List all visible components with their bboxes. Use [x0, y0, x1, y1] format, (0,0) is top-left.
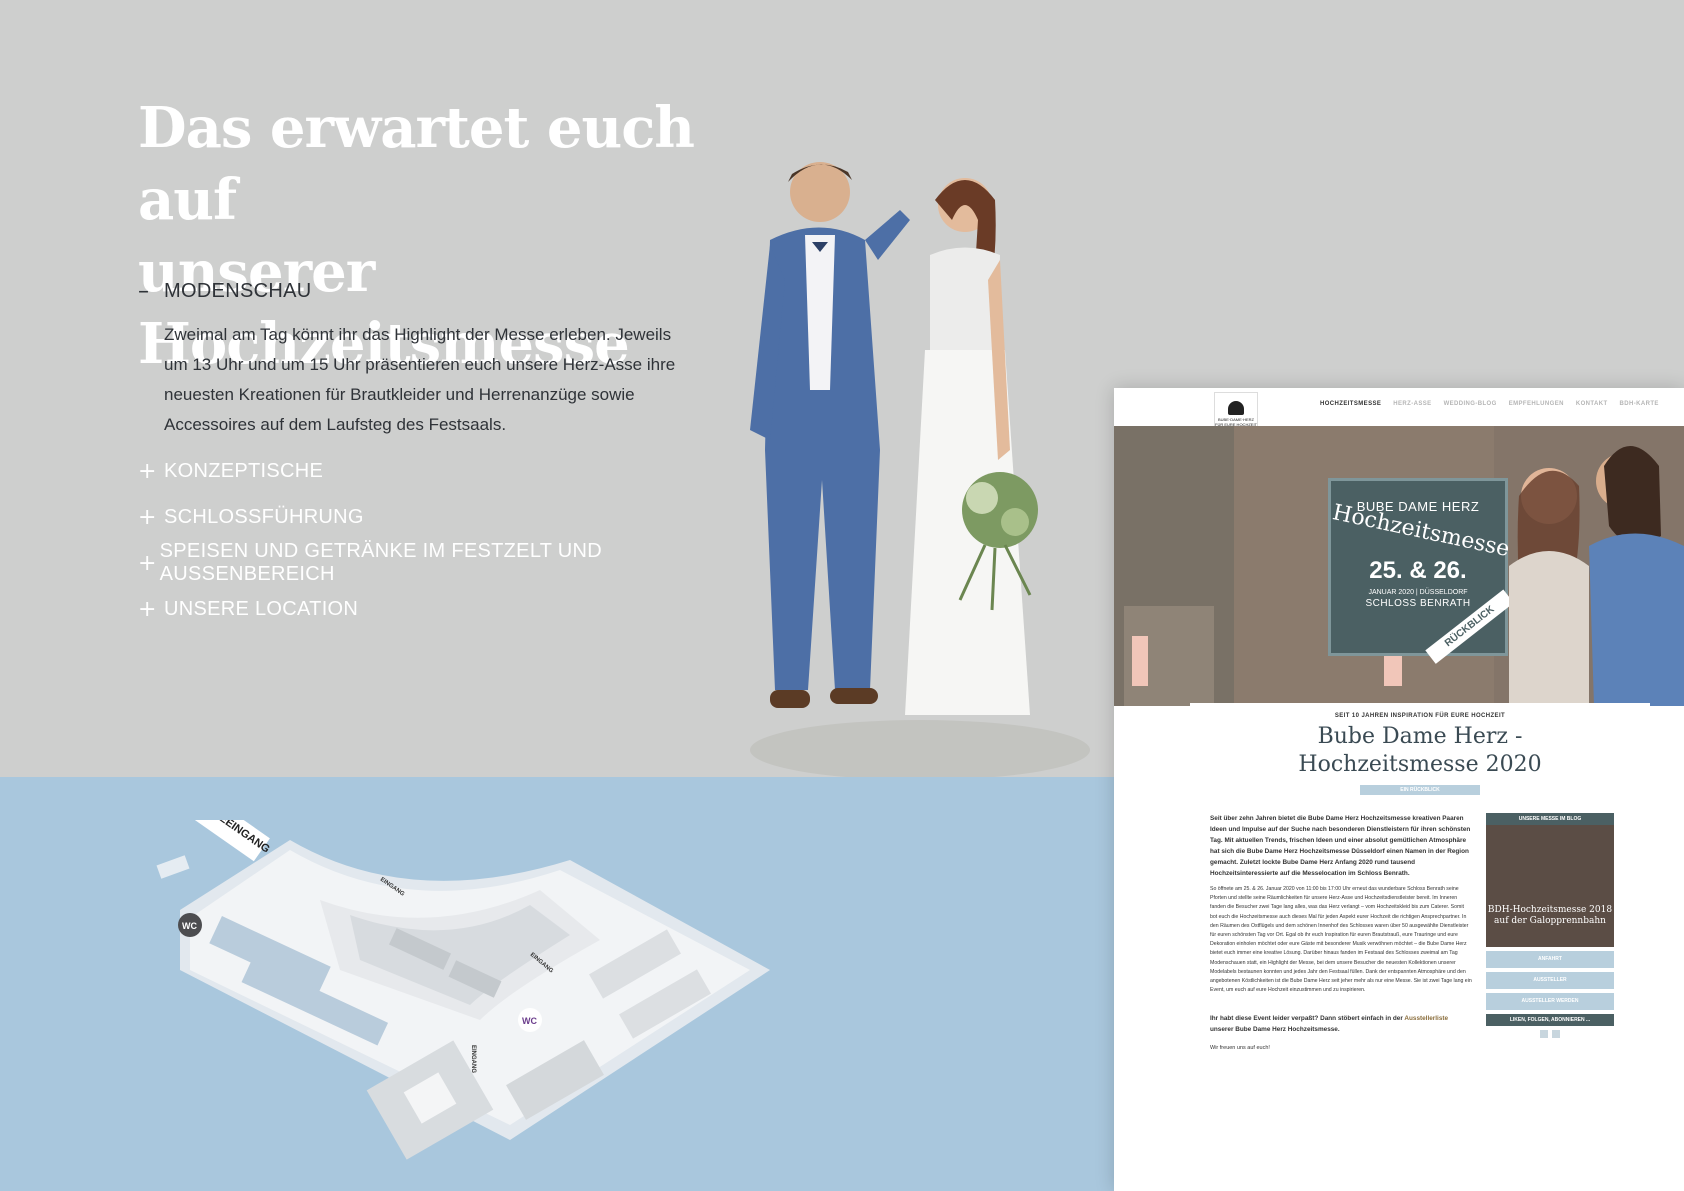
instagram-icon[interactable] [1552, 1030, 1560, 1038]
nav-kontakt[interactable]: KONTAKT [1576, 401, 1608, 407]
main-column: Seit über zehn Jahren bietet die Bube Da… [1210, 813, 1472, 1054]
couple-photo [750, 162, 1090, 777]
farewell-text: Wir freuen uns auf euch! [1210, 1045, 1270, 1052]
wc-label: WC [182, 921, 197, 931]
site-hero: BUBE DAME HERZ Hochzeitsmesse 25. & 26. … [1114, 426, 1684, 706]
wc-label-2: WC [522, 1016, 537, 1026]
kicker-text: SEIT 10 JAHREN INSPIRATION FÜR EURE HOCH… [1334, 713, 1506, 719]
accordion-content: Zweimal am Tag könnt ihr das Highlight d… [164, 325, 676, 434]
facebook-icon[interactable] [1540, 1030, 1548, 1038]
site-nav-links: HOCHZEITSMESSE HERZ-ASSE WEDDING-BLOG EM… [1320, 401, 1659, 407]
accordion-item-location[interactable]: + UNSERE LOCATION [138, 586, 678, 632]
accordion-item-schlossfuehrung[interactable]: + SCHLOSSFÜHRUNG [138, 494, 678, 540]
logo-icon [1228, 401, 1244, 415]
lead-paragraph: Seit über zehn Jahren bietet die Bube Da… [1210, 815, 1471, 877]
accordion-item-speisen[interactable]: + SPEISEN UND GETRÄNKE IM FESTZELT UND A… [138, 540, 678, 586]
hero-couple-image [1509, 446, 1684, 706]
page: Das erwartet euch auf unserer Hochzeitsm… [0, 0, 1684, 1191]
nav-herz-asse[interactable]: HERZ-ASSE [1393, 401, 1431, 407]
site-title-line2: Hochzeitsmesse 2020 [1298, 752, 1542, 777]
closing-paragraph: Ihr habt diese Event leider verpaßt? Dan… [1210, 1013, 1472, 1035]
content-columns: Seit über zehn Jahren bietet die Bube Da… [1210, 813, 1650, 1054]
accordion-label: MODENSCHAU [164, 279, 312, 302]
nav-hochzeitsmesse[interactable]: HOCHZEITSMESSE [1320, 401, 1381, 407]
sidebar-heading: UNSERE MESSE IM BLOG [1486, 813, 1614, 825]
eingang-label-3: EINGANG [470, 1045, 476, 1073]
badge-month: JANUAR 2020 | DÜSSELDORF [1368, 589, 1468, 596]
blog-teaser[interactable]: BDH-Hochzeitsmesse 2018 auf der Galoppre… [1486, 825, 1614, 947]
accordion-label: KONZEPTISCHE [164, 459, 324, 482]
social-heading: LIKEN, FOLGEN, ABONNIEREN ... [1486, 1014, 1614, 1026]
plus-icon: + [138, 458, 157, 484]
hochzeitsmesse-badge: BUBE DAME HERZ Hochzeitsmesse 25. & 26. … [1328, 478, 1514, 664]
site-heading: Bube Dame Herz - Hochzeitsmesse 2020 [1190, 723, 1650, 779]
anfahrt-button[interactable]: ANFAHRT [1486, 951, 1614, 968]
plus-icon: + [138, 504, 157, 530]
plus-icon: + [138, 596, 157, 622]
aussteller-werden-button[interactable]: AUSSTELLER WERDEN [1486, 993, 1614, 1010]
badge-date: 25. & 26. [1369, 557, 1467, 584]
accordion: – MODENSCHAU Zweimal am Tag könnt ihr da… [138, 268, 678, 632]
accordion-label: SCHLOSSFÜHRUNG [164, 505, 364, 528]
nav-empfehlungen[interactable]: EMPFEHLUNGEN [1509, 401, 1564, 407]
accordion-label: UNSERE LOCATION [164, 597, 359, 620]
plus-icon: + [138, 550, 157, 576]
accordion-label: SPEISEN UND GETRÄNKE IM FESTZELT UND AUS… [159, 540, 602, 585]
nav-bdh-karte[interactable]: BDH-KARTE [1620, 401, 1659, 407]
site-title-line1: Bube Dame Herz - [1317, 724, 1523, 749]
site-navbar: BUBE·DAME·HERZ FÜR EURE HOCHZEIT HOCHZEI… [1114, 388, 1684, 436]
social-icons [1486, 1026, 1614, 1042]
floor-plan: MESSEEINGANG WC WC EINGANG EINGANG EINGA… [156, 820, 770, 1160]
body-paragraph: So öffnete am 25. & 26. Januar 2020 von … [1210, 886, 1472, 994]
closing-text-post: unserer Bube Dame Herz Hochzeitsmesse. [1210, 1026, 1340, 1034]
website-preview: BUBE·DAME·HERZ FÜR EURE HOCHZEIT HOCHZEI… [1114, 388, 1684, 1191]
closing-text-pre: Ihr habt diese Event leider verpaßt? Dan… [1210, 1015, 1403, 1023]
minus-icon: – [138, 278, 149, 304]
site-content: SEIT 10 JAHREN INSPIRATION FÜR EURE HOCH… [1190, 703, 1650, 1055]
sidebar: UNSERE MESSE IM BLOG BDH-Hochzeitsmesse … [1486, 813, 1614, 1054]
rueckblick-pill[interactable]: EIN RÜCKBLICK [1360, 785, 1480, 795]
accordion-item-modenschau[interactable]: – MODENSCHAU [138, 268, 678, 314]
aussteller-button[interactable]: AUSSTELLER [1486, 972, 1614, 989]
nav-wedding-blog[interactable]: WEDDING-BLOG [1444, 401, 1497, 407]
title-line-1: Das erwartet euch auf [138, 95, 695, 233]
ausstellerliste-link[interactable]: Ausstellerliste [1404, 1015, 1448, 1022]
accordion-item-konzeptische[interactable]: + KONZEPTISCHE [138, 448, 678, 494]
